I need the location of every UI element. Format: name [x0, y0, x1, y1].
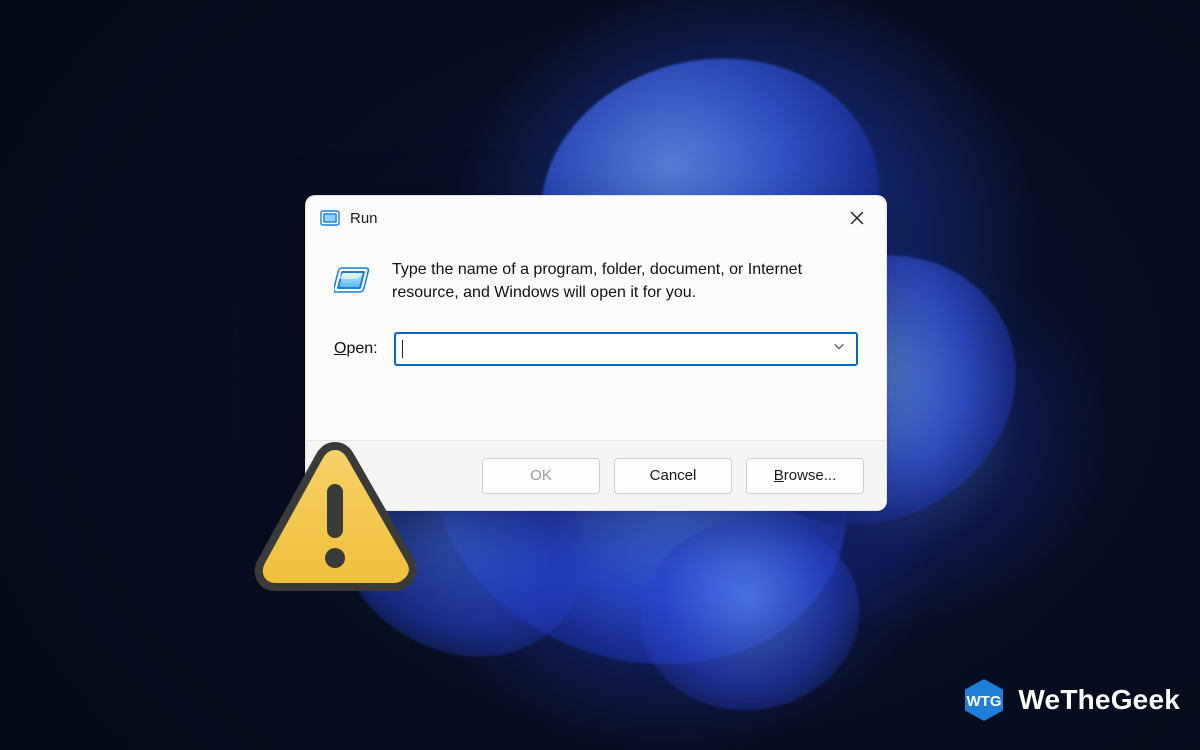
titlebar[interactable]: Run	[306, 196, 886, 240]
run-icon	[320, 208, 340, 228]
cancel-button[interactable]: Cancel	[614, 458, 732, 494]
dialog-description: Type the name of a program, folder, docu…	[392, 258, 858, 304]
close-icon	[850, 211, 864, 225]
run-dialog: Run	[305, 195, 887, 511]
browse-button-label: Browse...	[774, 467, 837, 484]
dialog-footer: OK Cancel Browse...	[306, 440, 886, 510]
brand-logo-icon: WTG	[960, 676, 1008, 724]
close-button[interactable]	[834, 202, 880, 234]
dialog-body: Type the name of a program, folder, docu…	[306, 240, 886, 366]
text-caret	[402, 340, 403, 358]
open-label: Open:	[334, 340, 378, 358]
ok-button-label: OK	[530, 467, 552, 484]
brand-name: WeTheGeek	[1018, 684, 1180, 716]
desktop-background: Run	[0, 0, 1200, 750]
cancel-button-label: Cancel	[650, 467, 697, 484]
run-large-icon	[334, 260, 374, 300]
ok-button[interactable]: OK	[482, 458, 600, 494]
open-combobox[interactable]	[394, 332, 858, 366]
window-title: Run	[350, 210, 378, 227]
svg-text:WTG: WTG	[967, 693, 1002, 710]
browse-button[interactable]: Browse...	[746, 458, 864, 494]
chevron-down-icon[interactable]	[832, 340, 846, 359]
brand-watermark: WTG WeTheGeek	[960, 676, 1180, 724]
open-input[interactable]	[404, 334, 822, 364]
